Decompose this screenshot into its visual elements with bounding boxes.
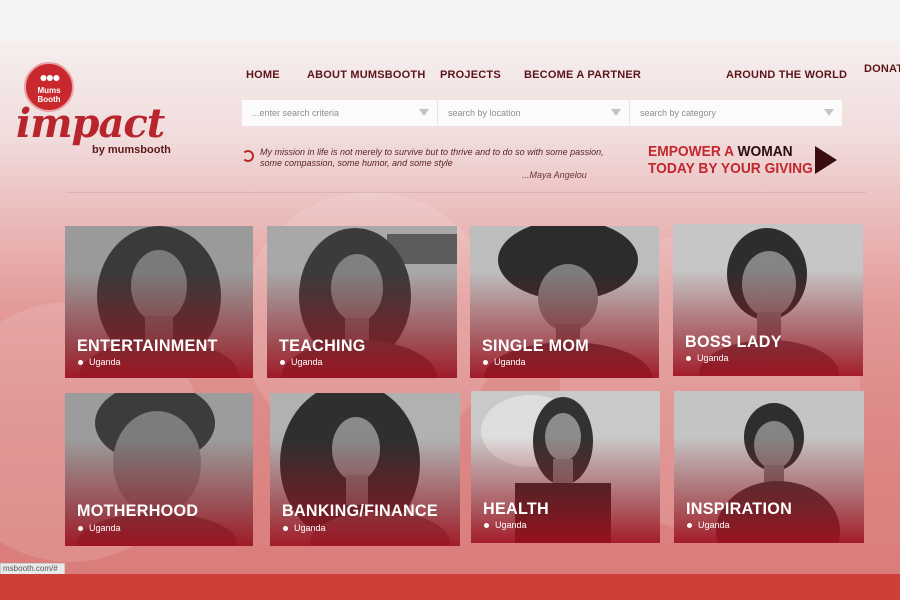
cta-line1-a: EMPOWER A (648, 143, 738, 160)
play-arrow-icon[interactable] (815, 146, 837, 174)
nav-around-the-world[interactable]: AROUND THE WORLD (726, 69, 847, 81)
top-strip (0, 0, 900, 42)
search-criteria-placeholder: ...enter search criteria (252, 108, 340, 118)
quote-author: ...Maya Angelou (522, 170, 587, 180)
card-location: Uganda (283, 523, 326, 533)
bullet-icon (78, 526, 83, 532)
header-divider (66, 192, 866, 193)
card-location: Uganda (78, 357, 121, 367)
category-card-single-mom[interactable]: SINGLE MOM Uganda (470, 226, 659, 378)
search-bar: ...enter search criteria search by locat… (242, 100, 842, 126)
chevron-down-icon (824, 109, 834, 116)
nav-about[interactable]: ABOUT MUMSBOOTH (307, 69, 426, 81)
search-criteria-input[interactable]: ...enter search criteria (242, 100, 438, 126)
card-title: SINGLE MOM (482, 336, 589, 355)
category-card-inspiration[interactable]: INSPIRATION Uganda (674, 391, 864, 543)
bullet-icon (484, 523, 489, 529)
bottom-bar (0, 574, 900, 600)
search-location-select[interactable]: search by location (438, 100, 630, 126)
card-title: BOSS LADY (685, 332, 782, 351)
mission-quote: My mission in life is not merely to surv… (260, 147, 604, 168)
chevron-down-icon (611, 109, 621, 116)
category-card-motherhood[interactable]: MOTHERHOOD Uganda (65, 393, 253, 546)
card-title: TEACHING (279, 336, 366, 355)
card-location: Uganda (78, 523, 121, 533)
search-location-placeholder: search by location (448, 108, 521, 118)
card-location: Uganda (687, 520, 730, 530)
card-location: Uganda (484, 520, 527, 530)
empower-cta[interactable]: EMPOWER A WOMAN TODAY BY YOUR GIVING (648, 143, 813, 177)
bullet-icon (483, 360, 488, 366)
cta-line2: TODAY BY YOUR GIVING (648, 160, 813, 177)
bullet-icon (78, 360, 83, 366)
nav-home[interactable]: HOME (246, 69, 280, 81)
category-card-teaching[interactable]: TEACHING Uganda (267, 226, 457, 378)
logo-subtitle: by mumsbooth (92, 144, 171, 156)
category-card-entertainment[interactable]: ENTERTAINMENT Uganda (65, 226, 253, 378)
bullet-icon (280, 360, 285, 366)
card-title: ENTERTAINMENT (77, 336, 218, 355)
search-category-placeholder: search by category (640, 108, 717, 118)
card-location: Uganda (280, 357, 323, 367)
quote-icon (242, 150, 254, 162)
impact-logo[interactable]: ●●● Mums Booth impact by mumsbooth (14, 60, 194, 170)
bullet-icon (686, 356, 691, 362)
category-card-banking-finance[interactable]: BANKING/FINANCE Uganda (270, 393, 460, 546)
nav-donate[interactable]: DONATE (864, 63, 900, 75)
card-title: HEALTH (483, 499, 550, 518)
chevron-down-icon (419, 109, 429, 116)
logo-wordmark: impact (16, 100, 165, 147)
search-category-select[interactable]: search by category (630, 100, 842, 126)
bullet-icon (283, 526, 288, 532)
card-title: INSPIRATION (686, 499, 793, 518)
people-icon: ●●● (39, 69, 60, 85)
cta-line1-b: WOMAN (737, 143, 793, 160)
category-card-health[interactable]: HEALTH Uganda (471, 391, 660, 543)
nav-projects[interactable]: PROJECTS (440, 69, 501, 81)
nav-become-partner[interactable]: BECOME A PARTNER (524, 69, 641, 81)
card-title: BANKING/FINANCE (282, 501, 438, 520)
card-location: Uganda (686, 353, 729, 363)
card-title: MOTHERHOOD (77, 501, 199, 520)
card-location: Uganda (483, 357, 526, 367)
category-card-boss-lady[interactable]: BOSS LADY Uganda (673, 224, 863, 376)
bullet-icon (687, 523, 692, 529)
